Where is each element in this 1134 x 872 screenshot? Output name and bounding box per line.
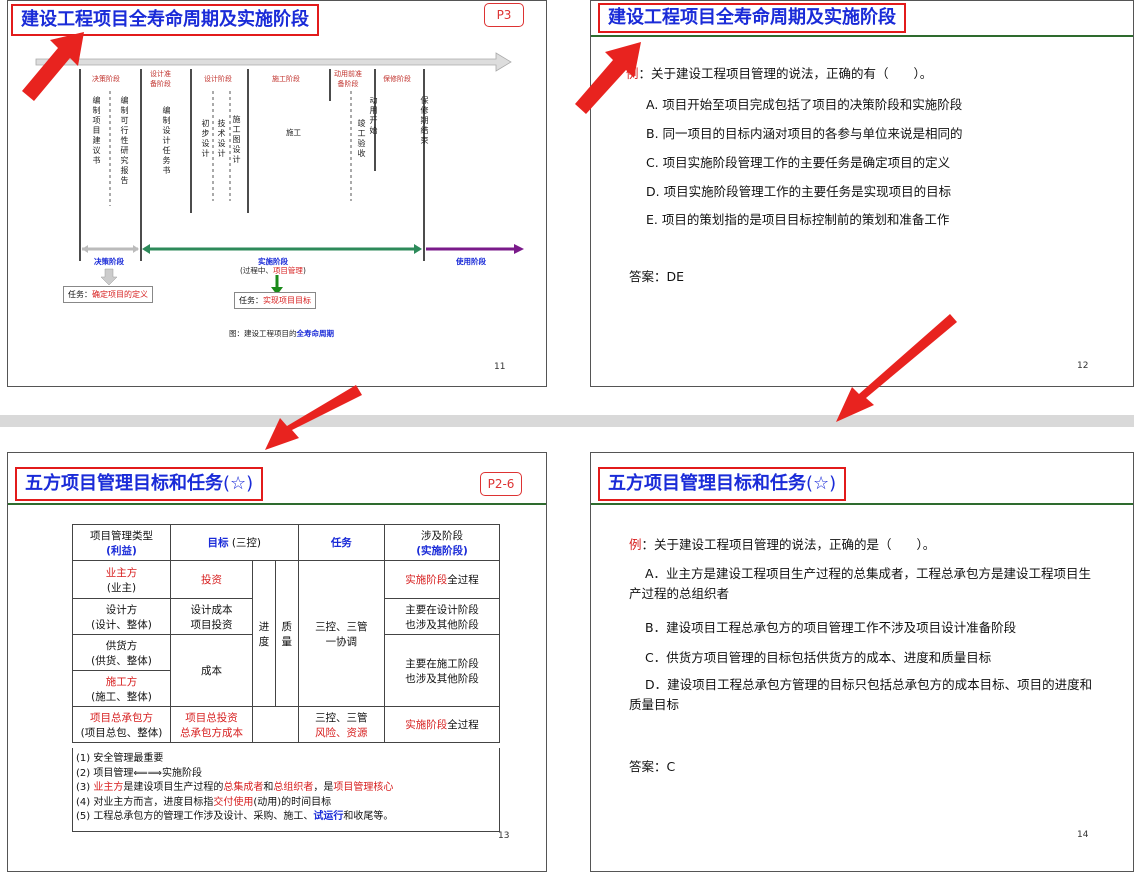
phase-label: 施工阶段: [272, 75, 300, 83]
option: A．业主方是建设工程项目生产过程的总集成者，工程总承包方是建设工程项目生产过程的…: [629, 566, 1092, 601]
notes: (1) 安全管理最重要 (2) 项目管理⟸⟹实施阶段 (3) 业主方是建设项目生…: [76, 752, 393, 825]
empty-cell: [252, 706, 299, 743]
page-number: 12: [1077, 361, 1089, 371]
phase-label: 设计阶段: [204, 75, 232, 83]
phase-label: 设计准 备阶段: [150, 70, 171, 88]
goal-cell: 成本: [169, 634, 254, 707]
slide-13: 五方项目管理目标和任务(☆) P2-6 项目管理类型 (利益) 目标 (三控) 任…: [7, 452, 547, 872]
slide-14: 五方项目管理目标和任务(☆) 例：关于建设工程项目管理的说法，正确的是（ ）。 …: [590, 452, 1134, 872]
step-text: 竣工验收: [357, 119, 366, 158]
page-number: 14: [1077, 830, 1089, 840]
five-parties-table: 项目管理类型 (利益) 目标 (三控) 任务 涉及阶段 (实施阶段) 业主方 (业主)…: [72, 524, 500, 743]
note-4: (4) 对业主方而言，进度目标指交付使用(动用)的时间目标: [76, 796, 332, 808]
option: C. 项目实施阶段管理工作的主要任务是确定项目的定义: [646, 155, 951, 170]
option: B．建设项目工程总承包方的项目管理工作不涉及项目设计准备阶段: [645, 620, 1017, 635]
question: 例：关于建设工程项目管理的说法，正确的是（ ）。: [629, 537, 936, 552]
stage-cell: 实施阶段全过程: [384, 560, 500, 599]
note-5: (5) 工程总承包方的管理工作涉及设计、采购、施工、试运行和收尾等。: [76, 811, 394, 822]
header-cell: 项目管理类型 (利益): [72, 524, 171, 561]
goal-cell: 项目总投资 总承包方成本: [169, 706, 254, 743]
goal-cell: 投资: [169, 560, 254, 599]
step-text: 编制设计任务书: [162, 106, 171, 175]
stage-cell: 主要在施工阶段 也涉及其他阶段: [384, 634, 500, 707]
option: E. 项目的策划指的是项目目标控制前的策划和准备工作: [646, 212, 950, 227]
header-line: [591, 503, 1133, 505]
note-1: (1) 安全管理最重要: [76, 753, 164, 764]
phase-label: 保修阶段: [383, 75, 411, 83]
header-cell: 涉及阶段 (实施阶段): [384, 524, 500, 561]
note-2: (2) 项目管理⟸⟹实施阶段: [76, 767, 203, 779]
page-number: 13: [498, 831, 510, 841]
party-cell: 项目总承包方 (项目总包、整体): [72, 706, 171, 743]
option: D. 项目实施阶段管理工作的主要任务是实现项目的目标: [646, 184, 952, 199]
task-box-decision: 任务：确定项目的定义: [63, 286, 153, 303]
step-text: 施工: [286, 128, 301, 137]
task-box-impl: 任务：实现项目目标: [234, 292, 316, 309]
option: D．建设项目工程总承包方管理的目标只包括总承包方的成本目标、项目的进度和质量目标: [629, 677, 1093, 712]
party-cell: 施工方 (施工、整体): [72, 670, 171, 707]
slide-separator: [0, 415, 1134, 427]
page-tag: P2-6: [480, 472, 522, 496]
slide-title: 建设工程项目全寿命周期及实施阶段: [598, 3, 906, 33]
impl-phase-sub: (过程中、项目管理): [240, 266, 306, 275]
step-text: 编制可行性研究报告: [120, 96, 129, 185]
step-text: 技术设计: [217, 119, 226, 158]
header-line: [8, 503, 546, 505]
party-cell: 业主方 (业主): [72, 560, 171, 599]
page-number: 11: [494, 362, 506, 372]
note-3: (3) 业主方是建设项目生产过程的总集成者和总组织者，是项目管理核心: [76, 782, 394, 793]
goal-cell: 设计成本 项目投资: [169, 598, 254, 635]
step-text: 编制项目建议书: [92, 96, 101, 165]
option: A. 项目开始至项目完成包括了项目的决策阶段和实施阶段: [646, 97, 963, 112]
slide-title: 五方项目管理目标和任务(☆): [598, 467, 847, 501]
slide-12: 建设工程项目全寿命周期及实施阶段 例：关于建设工程项目管理的说法，正确的有（ ）…: [590, 0, 1134, 387]
answer: 答案：C: [629, 759, 676, 774]
step-text: 动用开始: [369, 96, 378, 135]
phase-label: 动用前准 备阶段: [334, 70, 362, 88]
header-cell: 目标 (三控): [169, 524, 299, 561]
schedule-cell: 进 度: [252, 560, 276, 707]
step-text: 施工图设计: [232, 115, 241, 164]
answer: 答案：DE: [629, 269, 685, 284]
quality-cell: 质 量: [274, 560, 299, 707]
diagram-caption: 图：建设工程项目的全寿命周期: [229, 329, 334, 338]
header-cell: 任务: [297, 524, 386, 561]
slide-title: 五方项目管理目标和任务(☆): [15, 467, 264, 501]
party-cell: 设计方 (设计、整体): [72, 598, 171, 635]
stage-cell: 实施阶段全过程: [384, 706, 500, 743]
step-text: 保修期结束: [420, 96, 429, 145]
page-tag: P3: [484, 3, 524, 27]
slide-11: 建设工程项目全寿命周期及实施阶段 P3 决策阶段 设计准 备阶段 设计阶段 施工…: [7, 0, 547, 387]
task-cell: 三控、三管 风险、资源: [297, 706, 386, 743]
party-cell: 供货方 (供货、整体): [72, 634, 171, 671]
use-phase-label: 使用阶段: [456, 257, 486, 266]
header-line: [591, 35, 1133, 37]
phase-label: 决策阶段: [92, 75, 120, 83]
task-cell: 三控、三管 一协调: [297, 560, 386, 707]
slide-title: 建设工程项目全寿命周期及实施阶段: [11, 4, 319, 36]
decision-phase-label: 决策阶段: [94, 257, 124, 266]
option: C．供货方项目管理的目标包括供货方的成本、进度和质量目标: [645, 650, 992, 665]
question: 例：关于建设工程项目管理的说法，正确的有（ ）。: [626, 66, 933, 81]
step-text: 初步设计: [201, 119, 210, 158]
option: B. 同一项目的目标内涵对项目的各参与单位来说是相同的: [646, 126, 963, 141]
stage-cell: 主要在设计阶段 也涉及其他阶段: [384, 598, 500, 635]
